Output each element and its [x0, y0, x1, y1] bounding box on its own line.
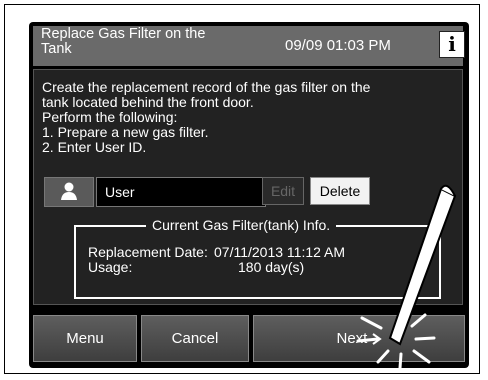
stylus-tap-illustration — [356, 184, 457, 370]
stylus-icon — [388, 184, 457, 346]
